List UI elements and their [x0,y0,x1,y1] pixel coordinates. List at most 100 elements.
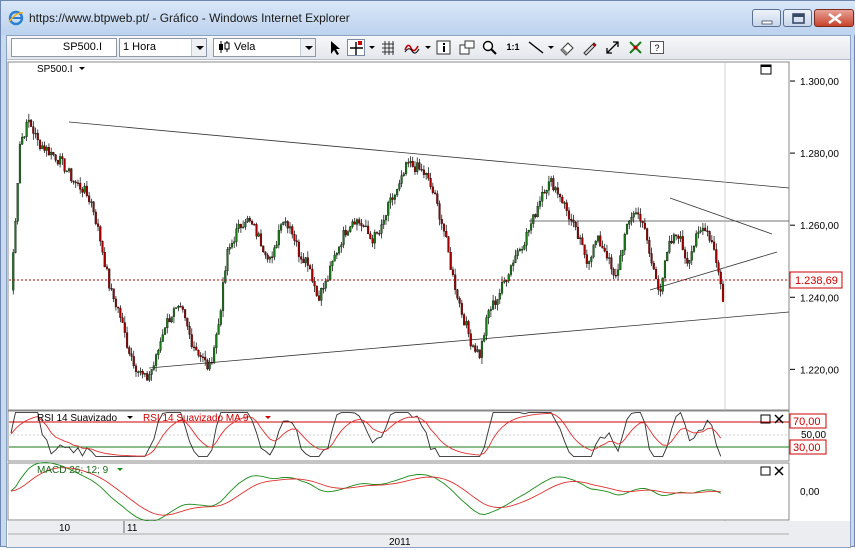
candle-body[interactable] [59,156,62,165]
candle-body[interactable] [449,252,452,270]
candle-body[interactable] [478,349,481,358]
candle-body[interactable] [320,288,323,301]
candle-body[interactable] [476,349,479,352]
candle-body[interactable] [103,251,106,268]
chart-type-select[interactable]: Vela [213,38,316,57]
candle-body[interactable] [632,213,635,218]
candle-body[interactable] [65,170,68,173]
candle-body[interactable] [717,262,720,273]
candle-body[interactable] [235,228,238,242]
macd-panel[interactable] [7,462,790,521]
candle-body[interactable] [157,350,160,355]
candle-body[interactable] [599,235,602,247]
candle-body[interactable] [27,119,30,123]
indicator-dropdown[interactable] [425,46,431,49]
eraser-tool[interactable] [558,39,576,56]
candle-body[interactable] [648,240,651,254]
candle-body[interactable] [177,306,180,308]
close-button[interactable] [814,9,854,27]
candle-body[interactable] [94,211,97,224]
candle-body[interactable] [541,191,544,202]
candle-body[interactable] [304,257,307,264]
candle-body[interactable] [134,365,138,372]
candle-body[interactable] [422,169,425,175]
candle-body[interactable] [434,192,437,194]
candle-body[interactable] [512,262,515,266]
candle-body[interactable] [456,289,459,299]
candle-body[interactable] [175,307,178,309]
candle-body[interactable] [454,274,457,290]
candle-body[interactable] [161,334,164,342]
candle-body[interactable] [123,322,126,333]
candle-body[interactable] [701,227,704,231]
candle-body[interactable] [451,269,454,275]
candle-body[interactable] [317,295,321,301]
candle-body[interactable] [83,185,86,193]
candle-body[interactable] [612,268,615,276]
candle-body[interactable] [498,292,501,300]
candle-body[interactable] [503,280,506,283]
candle-body[interactable] [306,257,309,266]
candle-body[interactable] [659,289,662,292]
candle-body[interactable] [146,373,149,381]
candle-body[interactable] [108,268,111,289]
rsi-panel[interactable] [7,410,790,462]
candle-body[interactable] [201,356,204,359]
candle-body[interactable] [594,240,597,246]
candle-body[interactable] [246,218,249,223]
candle-body[interactable] [679,236,682,239]
candle-body[interactable] [324,281,327,289]
candle-body[interactable] [516,250,519,256]
candle-body[interactable] [483,335,486,342]
candle-body[interactable] [699,230,702,233]
candle-body[interactable] [608,257,611,259]
candle-body[interactable] [353,221,356,225]
candle-body[interactable] [67,168,71,172]
candle-body[interactable] [485,317,488,336]
candle-body[interactable] [378,233,381,235]
candle-body[interactable] [239,223,242,228]
candle-body[interactable] [18,144,21,184]
panel-symbol-label[interactable]: SP500.I [37,64,73,75]
chevron-down-icon[interactable] [191,39,206,56]
candle-body[interactable] [536,206,539,217]
candle-body[interactable] [706,230,709,232]
candle-body[interactable] [581,237,584,245]
candle-body[interactable] [199,355,202,358]
candle-body[interactable] [208,362,211,370]
candle-body[interactable] [471,345,475,347]
candle-body[interactable] [440,219,443,224]
candle-body[interactable] [630,216,633,222]
candle-body[interactable] [563,202,566,204]
candle-body[interactable] [704,227,707,231]
candle-body[interactable] [722,290,724,302]
candle-body[interactable] [61,156,64,159]
candle-body[interactable] [152,365,155,370]
candle-body[interactable] [391,197,394,200]
candle-body[interactable] [70,168,73,182]
candle-body[interactable] [47,147,50,156]
candle-body[interactable] [346,231,350,236]
candle-body[interactable] [654,269,658,280]
candle-body[interactable] [50,151,53,156]
candle-body[interactable] [545,190,548,194]
candle-body[interactable] [592,244,595,258]
candle-body[interactable] [418,162,421,170]
candle-body[interactable] [309,265,312,270]
candle-body[interactable] [34,132,37,135]
candle-body[interactable] [605,250,608,259]
candle-body[interactable] [244,221,247,228]
candle-body[interactable] [148,374,151,381]
candle-body[interactable] [43,145,46,151]
candle-body[interactable] [467,321,470,334]
candle-body[interactable] [603,247,606,252]
candle-body[interactable] [697,231,700,234]
candle-body[interactable] [300,256,303,260]
candle-body[interactable] [375,232,379,234]
candle-body[interactable] [686,257,689,264]
candle-body[interactable] [652,262,655,270]
candle-body[interactable] [255,224,258,237]
candle-body[interactable] [463,314,466,326]
indicator-tool[interactable] [403,39,421,56]
candle-body[interactable] [74,181,77,184]
